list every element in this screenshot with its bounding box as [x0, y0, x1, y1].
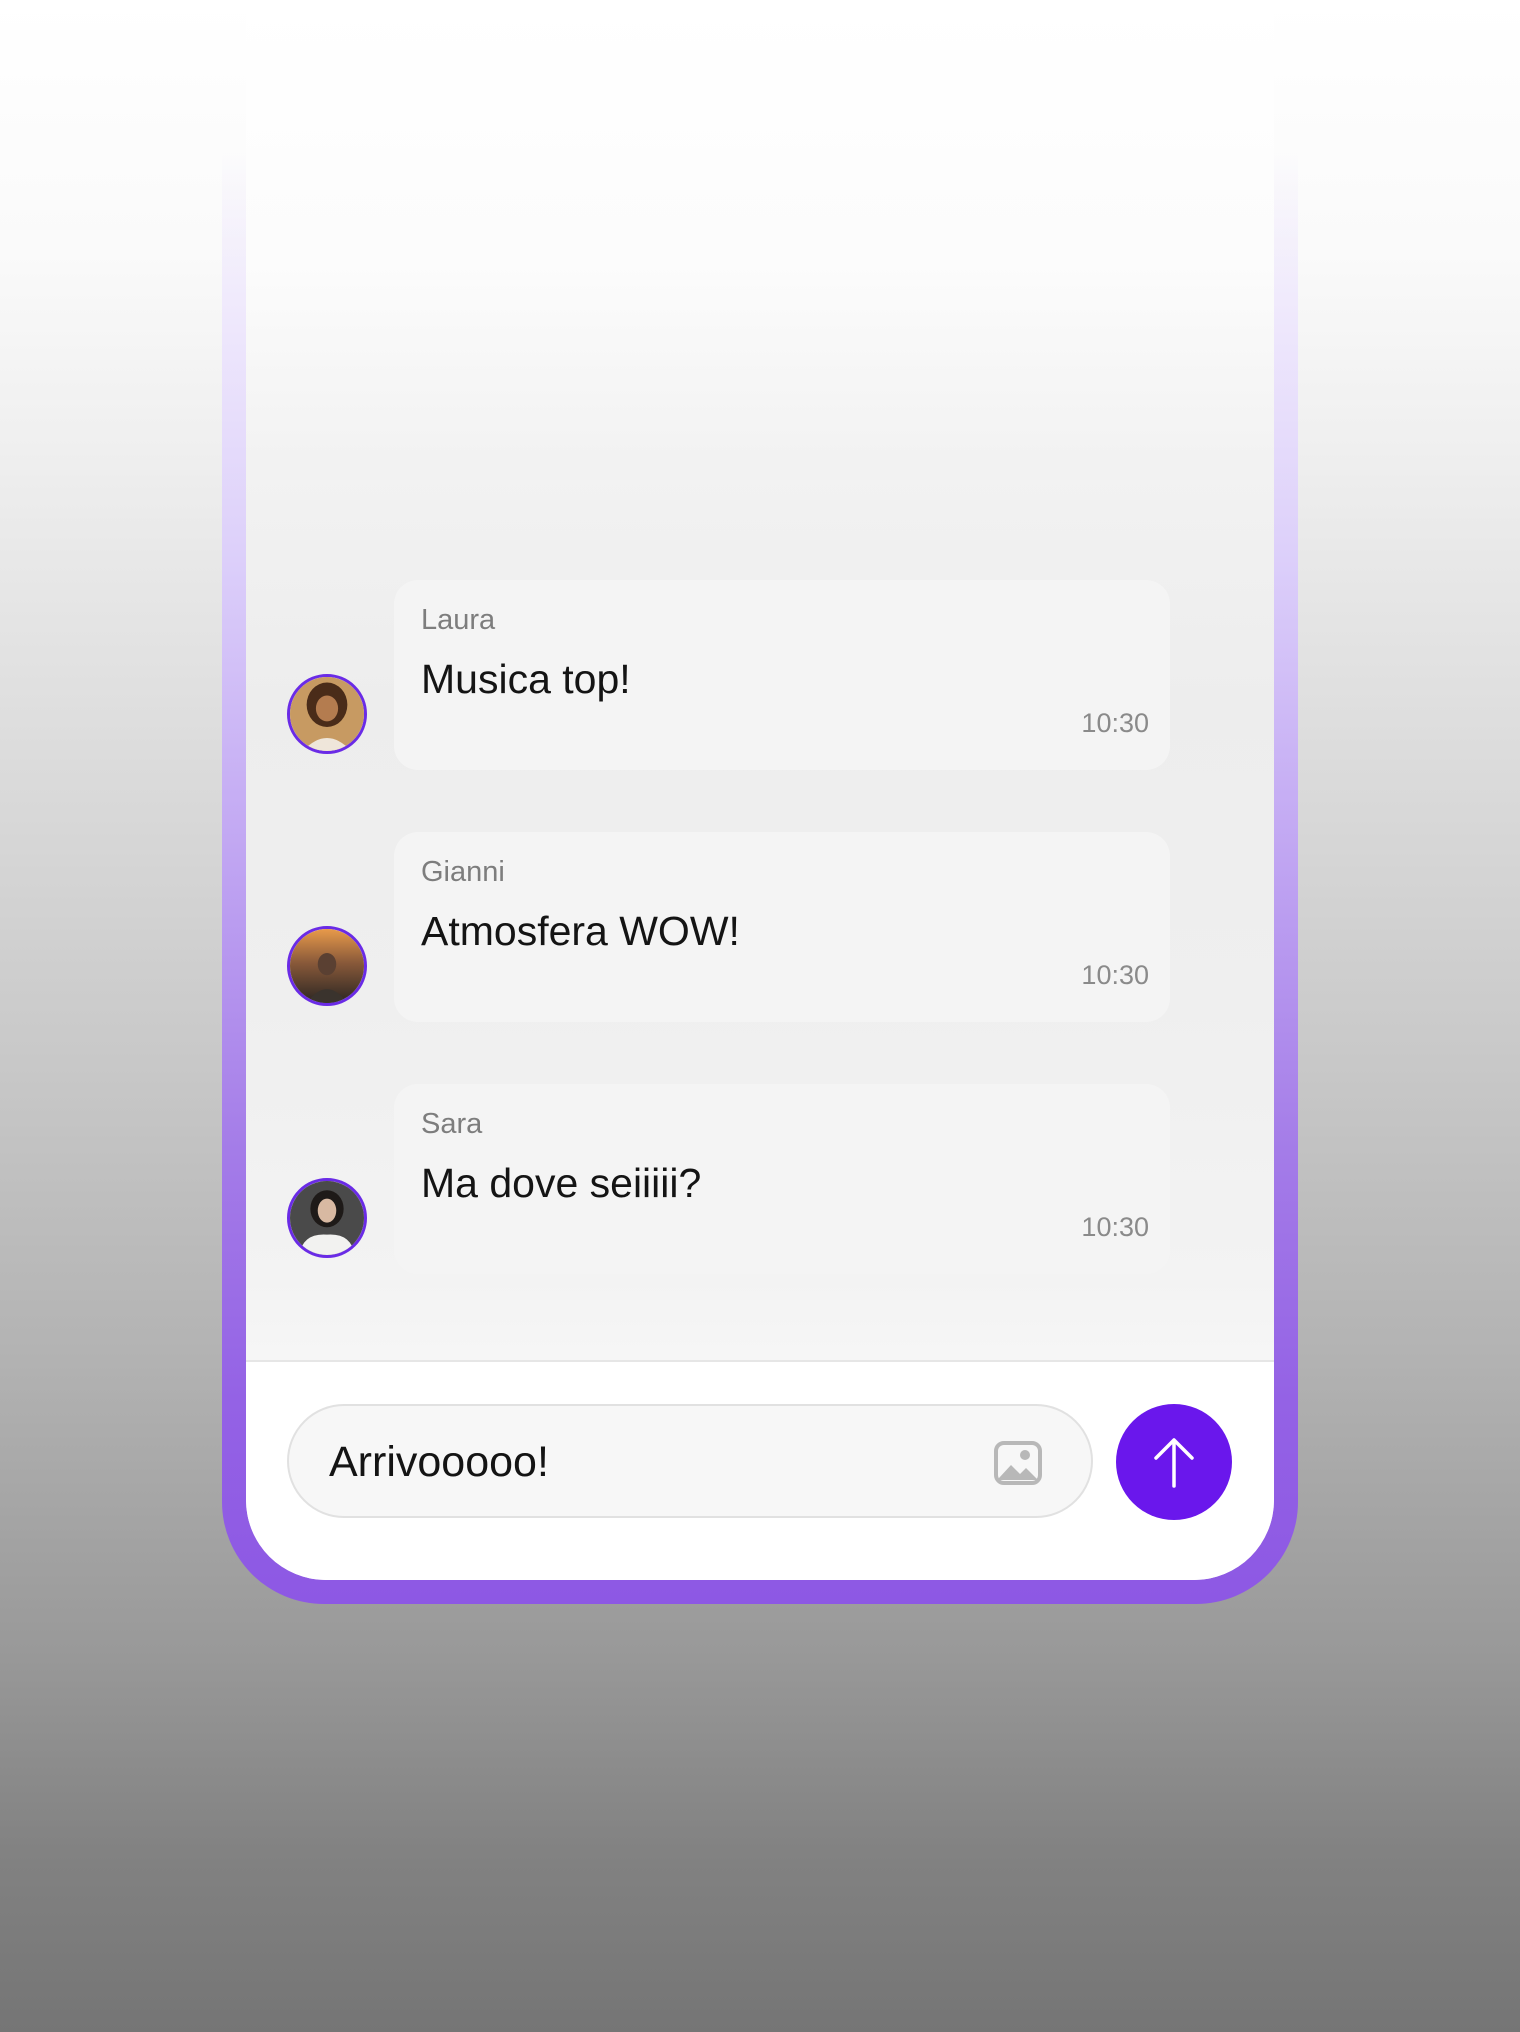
message-text: Atmosfera WOW! — [421, 908, 740, 954]
chat-screen: Laura Musica top! 10:30 Gianni Atmosfera… — [246, 0, 1274, 1580]
message-bubble: Sara Ma dove seiiiii? 10:30 — [394, 1084, 1170, 1274]
message-list: Laura Musica top! 10:30 Gianni Atmosfera… — [246, 580, 1274, 1336]
message-time: 10:30 — [1081, 708, 1149, 738]
avatar-gianni[interactable] — [287, 926, 367, 1006]
sender-name: Laura — [421, 604, 496, 636]
message-input-container — [287, 1404, 1093, 1518]
message-time: 10:30 — [1081, 960, 1149, 990]
message-bubble: Gianni Atmosfera WOW! 10:30 — [394, 832, 1170, 1022]
message-composer — [246, 1360, 1274, 1580]
message-row: Laura Musica top! 10:30 — [246, 580, 1274, 770]
message-row: Gianni Atmosfera WOW! 10:30 — [246, 832, 1274, 1022]
sender-name: Sara — [421, 1108, 483, 1140]
avatar-laura[interactable] — [287, 674, 367, 754]
send-button[interactable] — [1116, 1404, 1232, 1520]
message-time: 10:30 — [1081, 1212, 1149, 1242]
message-bubble: Laura Musica top! 10:30 — [394, 580, 1170, 770]
message-text: Ma dove seiiiii? — [421, 1160, 702, 1206]
message-text: Musica top! — [421, 656, 631, 702]
message-input[interactable] — [329, 1430, 929, 1494]
image-icon[interactable] — [993, 1438, 1043, 1488]
avatar-sara[interactable] — [287, 1178, 367, 1258]
phone-frame: Laura Musica top! 10:30 Gianni Atmosfera… — [222, 0, 1298, 1604]
arrow-up-icon — [1154, 1438, 1194, 1488]
sender-name: Gianni — [421, 856, 505, 888]
message-row: Sara Ma dove seiiiii? 10:30 — [246, 1084, 1274, 1274]
